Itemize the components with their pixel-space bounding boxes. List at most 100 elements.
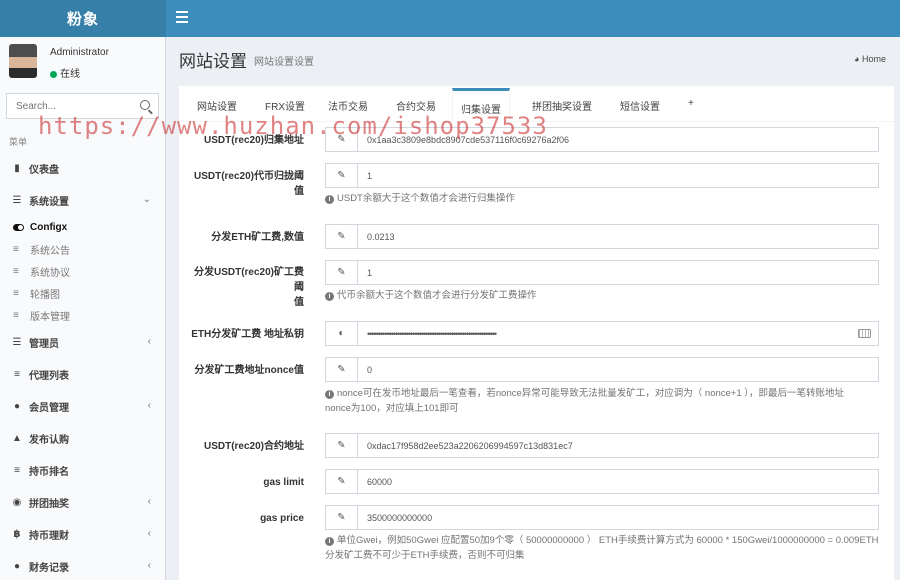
help-text-line: nonce可在发币地址最后一笔查看，若nonce异常可能导致无法批量发矿工，对应… xyxy=(337,388,845,399)
submenu-item-label: 版本管理 xyxy=(30,311,70,323)
field-value[interactable]: 0xdac17f958d2ee523a2206206994597c13d831e… xyxy=(358,434,878,457)
sliders-icon: ☰ xyxy=(12,194,22,206)
list-icon: ≡ xyxy=(14,368,20,380)
field-value[interactable]: ••••••••••••••••••••••••••••••••••••••••… xyxy=(358,322,850,345)
field-value[interactable]: 0x1aa3c3809e8bdc8907cde537116f0c69276a2f… xyxy=(358,128,878,151)
submenu-item-version[interactable]: ≡ 版本管理 xyxy=(0,304,165,326)
submenu-item-agreement[interactable]: ≡ 系统协议 xyxy=(0,260,165,282)
tab-collection-settings[interactable]: 归集设置 xyxy=(452,88,510,123)
list-icon: ≡ xyxy=(13,265,19,277)
search-icon[interactable] xyxy=(140,100,150,110)
field-value[interactable]: 3500000000000 xyxy=(358,506,878,529)
chevron-left-icon: ‹ xyxy=(147,336,151,347)
keyboard-icon[interactable] xyxy=(850,322,878,345)
usdt-collection-threshold-field[interactable]: ✎ 1 xyxy=(325,163,879,188)
pencil-icon: ✎ xyxy=(326,506,358,529)
list-icon: ≡ xyxy=(14,464,20,476)
dashboard-icon: ◕ xyxy=(854,54,860,64)
field-value[interactable]: 1 xyxy=(358,261,878,284)
pencil-icon: ✎ xyxy=(326,358,358,381)
eth-private-key-field[interactable]: ◐ •••••••••••••••••••••••••••••••••••••••… xyxy=(325,321,879,346)
sidebar-toggle-icon[interactable] xyxy=(176,11,188,25)
chevron-left-icon: ‹ xyxy=(147,400,151,411)
sidebar-item-finance[interactable]: ● 财务记录 ‹ xyxy=(0,550,165,580)
field-label: gas limit xyxy=(263,477,304,488)
gas-limit-field[interactable]: ✎ 60000 xyxy=(325,469,879,494)
sidebar-item-label: 持币理财 xyxy=(29,530,69,542)
field-value[interactable]: 60000 xyxy=(358,470,878,493)
help-text-line: 分发矿工费不可少于ETH手续费，否则不可归集 xyxy=(325,550,525,561)
help-text: i 单位Gwei，例如50Gwei 应配置50加9个零（ 50000000000 … xyxy=(325,533,885,563)
submenu-item-configx[interactable]: Configx xyxy=(0,216,165,238)
chevron-left-icon: ‹ xyxy=(147,560,151,571)
field-value[interactable]: 1 xyxy=(358,164,878,187)
sidebar-item-label: 会员管理 xyxy=(29,402,69,414)
search-input[interactable] xyxy=(7,94,127,118)
pencil-icon: ✎ xyxy=(326,128,358,151)
coins-icon: ● xyxy=(13,560,21,572)
menu-header: 菜单 xyxy=(9,137,28,147)
sidebar-item-system-settings[interactable]: ☰ 系统设置 ⌄ xyxy=(0,184,165,216)
field-value[interactable]: 0 xyxy=(358,358,878,381)
sidebar-item-group-lottery[interactable]: ◉ 拼团抽奖 ‹ xyxy=(0,486,165,518)
field-label: gas price xyxy=(260,513,304,524)
usdt-collection-address-field[interactable]: ✎ 0x1aa3c3809e8bdc8907cde537116f0c69276a2… xyxy=(325,127,879,152)
pencil-icon: ✎ xyxy=(326,434,358,457)
users-icon: ● xyxy=(13,400,21,412)
tab-fiat-trade[interactable]: 法币交易 xyxy=(328,98,368,113)
submenu-item-label: 系统公告 xyxy=(30,245,70,257)
list-icon: ☰ xyxy=(12,336,22,348)
sidebar-item-agents[interactable]: ≡ 代理列表 xyxy=(0,358,165,390)
breadcrumb-home[interactable]: Home xyxy=(862,54,886,64)
cart-icon: ▲ xyxy=(12,432,22,444)
submenu-item-carousel[interactable]: ≡ 轮播图 xyxy=(0,282,165,304)
avatar xyxy=(9,44,37,78)
field-label: USDT(rec20)归集地址 xyxy=(203,135,304,146)
help-text-content: USDT余额大于这个数值才会进行归集操作 xyxy=(337,193,515,204)
field-label: 分发USDT(rec20)矿工费阈值 xyxy=(184,265,304,310)
brand-logo[interactable]: 粉象 xyxy=(0,0,166,37)
tab-site-settings[interactable]: 网站设置 xyxy=(197,98,237,113)
page-subtitle: 网站设置设置 xyxy=(254,57,314,68)
nonce-field[interactable]: ✎ 0 xyxy=(325,357,879,382)
field-label: 分发ETH矿工费,数值 xyxy=(211,232,304,243)
sidebar-item-label: 持币排名 xyxy=(29,466,69,478)
chevron-left-icon: ‹ xyxy=(147,528,151,539)
usdt-contract-address-field[interactable]: ✎ 0xdac17f958d2ee523a2206206994597c13d831… xyxy=(325,433,879,458)
help-text: i USDT余额大于这个数值才会进行归集操作 xyxy=(325,191,885,206)
page-title: 网站设置 xyxy=(179,52,247,71)
tab-sms-settings[interactable]: 短信设置 xyxy=(620,98,660,113)
user-status: 在线 xyxy=(50,65,80,80)
sidebar-item-label: 仪表盘 xyxy=(29,164,59,176)
pencil-icon: ✎ xyxy=(326,470,358,493)
info-icon: i xyxy=(325,195,334,204)
tab-frx-settings[interactable]: FRX设置 xyxy=(265,98,305,113)
sidebar-item-admins[interactable]: ☰ 管理员 ‹ xyxy=(0,326,165,358)
list-icon: ≡ xyxy=(13,309,19,321)
tab-contract-trade[interactable]: 合约交易 xyxy=(396,98,436,113)
bar-chart-icon: ▮ xyxy=(14,162,20,174)
field-value[interactable]: 0.0213 xyxy=(358,225,878,248)
sidebar-item-holding-rank[interactable]: ≡ 持币排名 xyxy=(0,454,165,486)
field-label: USDT(rec20)代币归拢阈值 xyxy=(193,171,304,197)
tab-add[interactable]: + xyxy=(688,98,694,109)
eye-slash-icon[interactable]: ◐ xyxy=(326,322,358,345)
sidebar-item-label: 系统设置 xyxy=(29,196,69,208)
info-icon: i xyxy=(325,292,334,301)
gas-price-field[interactable]: ✎ 3500000000000 xyxy=(325,505,879,530)
eth-fee-value-field[interactable]: ✎ 0.0213 xyxy=(325,224,879,249)
sidebar-item-members[interactable]: ● 会员管理 ‹ xyxy=(0,390,165,422)
tab-group-lottery-settings[interactable]: 拼团抽奖设置 xyxy=(532,98,592,113)
sidebar-menu: ▮ 仪表盘 ☰ 系统设置 ⌄ Configx ≡ 系统公告 ≡ 系统协议 ≡ 轮播图 ≡ 版… xyxy=(0,152,165,580)
submenu-item-announcement[interactable]: ≡ 系统公告 xyxy=(0,238,165,260)
help-text: i nonce可在发币地址最后一笔查看，若nonce异常可能导致无法批量发矿工，对… xyxy=(325,386,885,416)
sidebar-item-wealth[interactable]: ฿ 持币理财 ‹ xyxy=(0,518,165,550)
sidebar-item-subscription[interactable]: ▲ 发布认购 xyxy=(0,422,165,454)
user-status-text: 在线 xyxy=(60,69,80,80)
usdt-fee-threshold-field[interactable]: ✎ 1 xyxy=(325,260,879,285)
submenu-item-label: 系统协议 xyxy=(30,267,70,279)
sidebar-item-label: 财务记录 xyxy=(29,562,69,574)
help-text-line: 单位Gwei，例如50Gwei 应配置50加9个零（ 50000000000 ）… xyxy=(337,535,879,546)
field-label: 分发矿工费地址nonce值 xyxy=(194,365,304,376)
sidebar-item-dashboard[interactable]: ▮ 仪表盘 xyxy=(0,152,165,184)
